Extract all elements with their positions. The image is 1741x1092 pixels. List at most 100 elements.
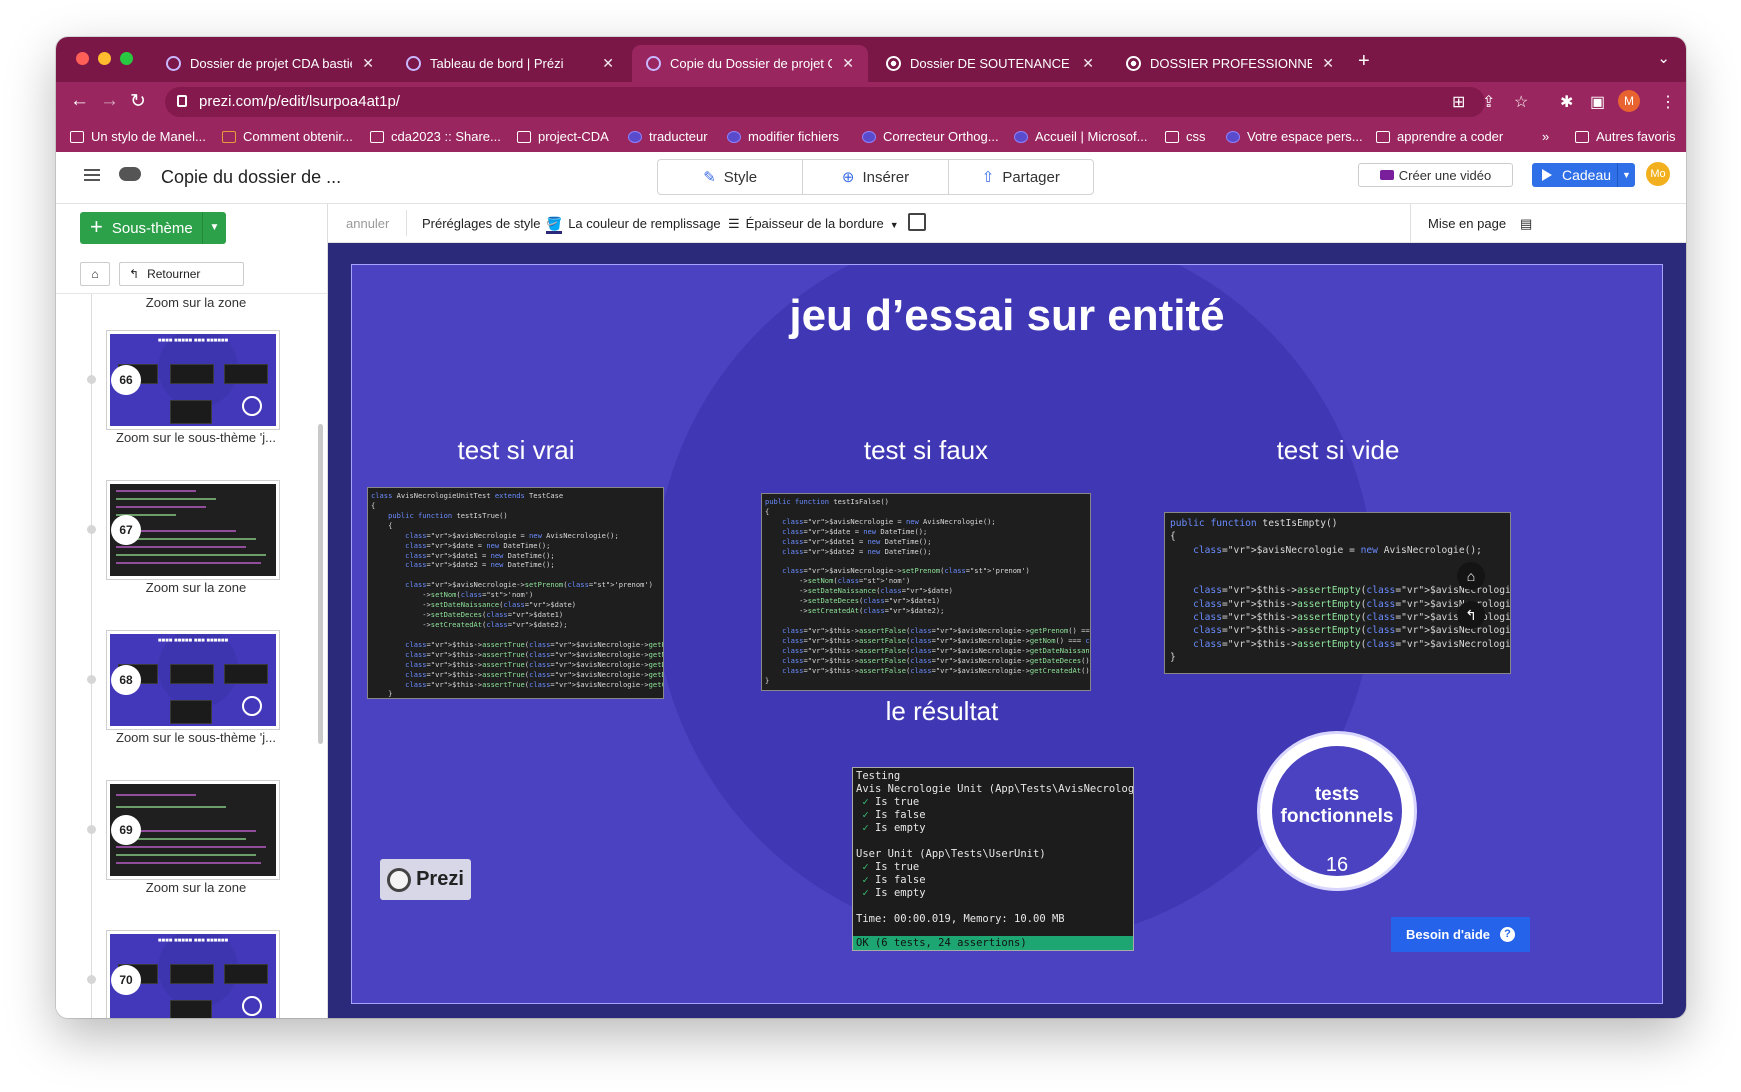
- code-line: ->setNom(class="st">'nom'): [371, 590, 534, 600]
- heading-result[interactable]: le résultat: [782, 696, 1102, 727]
- test-result-terminal[interactable]: Testing Avis Necrologie Unit (App\Tests\A…: [852, 767, 1134, 951]
- close-tab-icon[interactable]: ✕: [362, 55, 374, 72]
- bookmark-folder-project-cda[interactable]: project-CDA: [517, 129, 609, 144]
- bookmarks-overflow-chevron[interactable]: »: [1542, 129, 1549, 144]
- code-line: class="vr">$this->assertFalse(class="vr"…: [782, 625, 1090, 635]
- prezi-favicon-icon: [166, 56, 181, 71]
- help-button[interactable]: Besoin d'aide?: [1391, 917, 1530, 952]
- chevron-down-icon[interactable]: ▼: [202, 212, 226, 244]
- minimize-window-button[interactable]: [98, 52, 111, 65]
- gift-button[interactable]: Cadeau ▼: [1532, 163, 1635, 187]
- code-line: ->setDateNaissance(class="vr">$date): [765, 586, 953, 596]
- slide-caption: Zoom sur le sous-thème 'j...: [116, 430, 276, 445]
- slide[interactable]: jeu d’essai sur entité test si vrai test…: [351, 264, 1663, 1004]
- close-window-button[interactable]: [76, 52, 89, 65]
- close-tab-icon[interactable]: ✕: [1322, 55, 1334, 72]
- translate-icon[interactable]: ⊞: [1452, 92, 1465, 112]
- sidepanel-icon[interactable]: ▣: [1590, 92, 1605, 112]
- browser-tab-1[interactable]: Dossier de projet CDA bastien ✕: [152, 45, 388, 82]
- heading-test-empty[interactable]: test si vide: [1178, 435, 1498, 466]
- share-icon[interactable]: ⇪: [1482, 92, 1495, 112]
- paint-bucket-icon: 🪣: [546, 216, 563, 234]
- document-title[interactable]: Copie du dossier de ...: [161, 167, 341, 188]
- tab-search-chevron-icon[interactable]: ⌄: [1657, 49, 1670, 67]
- heading-test-true[interactable]: test si vrai: [356, 435, 676, 466]
- new-tab-icon[interactable]: +: [1358, 50, 1370, 73]
- bookmark-8[interactable]: Votre espace pers...: [1226, 129, 1363, 144]
- undo-button[interactable]: annuler: [346, 216, 389, 231]
- bookmark-6[interactable]: Correcteur Orthog...: [862, 129, 999, 144]
- globe-favicon-icon: [1126, 56, 1141, 71]
- share-button[interactable]: ⇧ Partager: [949, 160, 1093, 194]
- style-button[interactable]: ✎ Style: [658, 160, 804, 194]
- bookmark-folder-css[interactable]: css: [1165, 129, 1206, 144]
- browser-tab-3-active[interactable]: Copie du Dossier de projet CDA ✕: [632, 45, 868, 82]
- code-line: class="vr">$this->assertEmpty(class="vr"…: [1193, 625, 1511, 637]
- close-tab-icon[interactable]: ✕: [842, 55, 854, 72]
- code-block-test-false[interactable]: public function testIsFalse(){ class="vr…: [761, 493, 1091, 691]
- bookmark-3[interactable]: cda2023 :: Share...: [370, 129, 501, 144]
- result-line-text: Is empty: [868, 887, 926, 899]
- mini-code-block: [224, 964, 268, 984]
- fill-color-button[interactable]: 🪣 La couleur de remplissage: [546, 216, 721, 234]
- insert-button[interactable]: ⊕ Insérer: [803, 160, 949, 194]
- result-line: User Unit (App\Tests\UserUnit): [856, 848, 1130, 861]
- extensions-icon[interactable]: ✱: [1560, 92, 1573, 112]
- result-line-text: Is false: [868, 809, 926, 821]
- close-tab-icon[interactable]: ✕: [602, 55, 614, 72]
- reload-icon[interactable]: ↻: [130, 90, 146, 113]
- notes-icon[interactable]: ▤: [1520, 216, 1532, 232]
- hamburger-menu-icon[interactable]: [84, 169, 100, 181]
- result-line-text: Is empty: [868, 822, 926, 834]
- code-line: class="vr">$this->assertTrue(class="vr">…: [405, 669, 663, 679]
- tests-badge[interactable]: tests fonctionnels 16: [1257, 731, 1417, 891]
- home-nav-icon[interactable]: ⌂: [1457, 562, 1485, 590]
- style-presets-button[interactable]: Préréglages de style: [422, 216, 541, 231]
- user-avatar[interactable]: Mo: [1646, 162, 1670, 186]
- sidebar-scrollbar[interactable]: [318, 424, 323, 744]
- add-subtheme-button[interactable]: + Sous-thème ▼: [80, 212, 226, 244]
- bookmark-5[interactable]: modifier fichiers: [727, 129, 839, 144]
- zoom-window-button[interactable]: [120, 52, 133, 65]
- heading-test-false[interactable]: test si faux: [766, 435, 1086, 466]
- bookmark-2[interactable]: Comment obtenir...: [222, 129, 353, 144]
- bookmark-7[interactable]: Accueil | Microsof...: [1014, 129, 1147, 144]
- bookmark-4[interactable]: traducteur: [628, 129, 708, 144]
- code-line: }: [371, 689, 393, 699]
- back-nav-icon[interactable]: ↰: [1457, 601, 1485, 629]
- url-field[interactable]: prezi.com/p/edit/lsurpoa4at1p/: [165, 87, 1485, 117]
- check-icon: ✓: [856, 809, 869, 821]
- bookmark-folder-apprendre[interactable]: apprendre a coder: [1376, 129, 1503, 144]
- code-line: ->setCreatedAt(class="vr">$date2);: [371, 619, 568, 629]
- browser-tab-2[interactable]: Tableau de bord | Prézi ✕: [392, 45, 628, 82]
- back-button[interactable]: ↰ Retourner: [119, 262, 244, 286]
- mini-code-line: [116, 806, 226, 808]
- chevron-down-icon[interactable]: ▼: [1617, 163, 1635, 187]
- mini-code-line: [116, 854, 256, 856]
- code-block-test-true[interactable]: class AvisNecrologieUnitTest extends Tes…: [367, 487, 664, 699]
- code-line: ->setCreatedAt(class="vr">$date2);: [765, 606, 945, 616]
- frame-icon[interactable]: [908, 213, 926, 231]
- layout-button[interactable]: Mise en page: [1428, 216, 1506, 231]
- bookmark-1[interactable]: Un stylo de Manel...: [70, 129, 206, 144]
- browser-tab-4[interactable]: Dossier DE SOUTENANCE POU ✕: [872, 45, 1108, 82]
- create-video-button[interactable]: Créer une vidéo: [1358, 163, 1513, 187]
- editor-canvas[interactable]: jeu d’essai sur entité test si vrai test…: [328, 243, 1686, 1018]
- slide-caption: Zoom sur le sous-thème 'j...: [116, 730, 276, 745]
- browser-menu-icon[interactable]: ⋮: [1660, 92, 1676, 112]
- border-thickness-button[interactable]: ☰ Épaisseur de la bordure ▼: [728, 216, 899, 232]
- code-line: class="vr">$this->assertTrue(class="vr">…: [405, 679, 663, 689]
- bookmark-star-icon[interactable]: ☆: [1514, 92, 1528, 112]
- home-button[interactable]: ⌂: [80, 262, 110, 286]
- result-line-text: Avis Necrologie Unit (App\Tests\AvisNecr…: [856, 783, 1134, 795]
- back-arrow-icon[interactable]: ←: [70, 90, 89, 112]
- close-tab-icon[interactable]: ✕: [1082, 55, 1094, 72]
- profile-avatar[interactable]: M: [1618, 90, 1640, 112]
- code-block-test-empty[interactable]: public function testIsEmpty() { class="vr…: [1164, 512, 1511, 674]
- browser-tab-5[interactable]: DOSSIER PROFESSIONNEL (DP ✕: [1112, 45, 1348, 82]
- forward-arrow-icon[interactable]: →: [100, 90, 119, 112]
- bookmark-favicon-icon: [70, 130, 84, 143]
- slide-title[interactable]: jeu d’essai sur entité: [352, 291, 1662, 341]
- bookmark-folder-other[interactable]: Autres favoris: [1575, 129, 1675, 144]
